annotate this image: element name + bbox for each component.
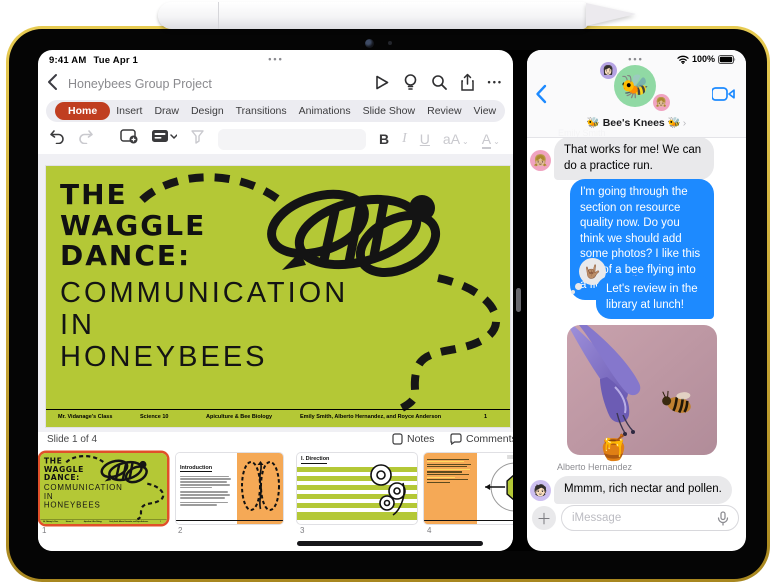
- tab-view[interactable]: View: [468, 103, 503, 119]
- thumbnail-2-title: Introduction: [180, 465, 213, 472]
- add-slide-icon[interactable]: [120, 129, 138, 149]
- search-icon[interactable]: [431, 74, 447, 91]
- received-message[interactable]: That works for me! We can do a practice …: [554, 137, 714, 181]
- format-toolbar: B I U aA ⌄ A ⌄: [38, 124, 513, 154]
- undo-icon[interactable]: [49, 129, 65, 149]
- thumbnail-number: 4: [427, 526, 432, 535]
- app-options-dots[interactable]: •••: [621, 54, 651, 64]
- group-name[interactable]: 🐝 Bee's Knees 🐝 ›: [527, 116, 746, 129]
- status-time: 9:41 AM: [49, 55, 87, 66]
- text-style-button[interactable]: aA ⌄: [443, 132, 469, 146]
- imessage-input[interactable]: [561, 505, 739, 531]
- tapback-dot: [575, 283, 582, 290]
- split-view-divider-handle[interactable]: [516, 288, 521, 312]
- waggle-diagram: [237, 453, 283, 524]
- back-chevron-icon[interactable]: [47, 73, 58, 96]
- slide-counter: Slide 1 of 4: [47, 434, 98, 445]
- slide-thumbnail-strip: THE WAGGLE DANCE: COMMUNICATION IN HONEY…: [38, 450, 513, 551]
- tab-home[interactable]: Home: [55, 102, 111, 120]
- messages-app-window: Emily Smith 👧🏼 That works for me! We can…: [527, 50, 746, 551]
- avatar[interactable]: 🧑🏻: [530, 480, 551, 501]
- home-indicator[interactable]: [297, 541, 483, 546]
- thumbnail-number: 3: [300, 526, 305, 535]
- tab-review[interactable]: Review: [421, 103, 467, 119]
- bold-button[interactable]: B: [379, 132, 389, 146]
- battery-percent: 100%: [691, 54, 715, 64]
- keynote-tab-bar: Home Insert Draw Design Transitions Anim…: [46, 100, 505, 122]
- slide-footer: Mr. Vidanage's Class Science 10 Apicultu…: [46, 409, 510, 427]
- apple-pencil-tip: [586, 3, 636, 26]
- document-title[interactable]: Honeybees Group Project: [68, 77, 212, 91]
- group-avatar[interactable]: 🐝: [614, 65, 656, 107]
- thumbnail-slide-1[interactable]: THE WAGGLE DANCE: COMMUNICATION IN HONEY…: [40, 453, 167, 524]
- keynote-app-window: 9:41 AM Tue Apr 1 ••• Honeybees Group Pro…: [38, 50, 513, 551]
- chevron-right-icon: ›: [682, 117, 687, 129]
- thumbnail-number: 2: [178, 526, 183, 535]
- camera-sensor-dot: [388, 41, 392, 45]
- font-field[interactable]: [218, 128, 366, 150]
- slide-canvas-area: THE WAGGLE DANCE: COMMUNICATION IN HONEY…: [38, 154, 513, 432]
- plus-button[interactable]: ＋: [532, 506, 556, 530]
- comments-button[interactable]: Comments: [450, 433, 513, 445]
- video-call-icon[interactable]: [711, 87, 735, 106]
- messages-header: ••• 100% 🐝 👩🏻 👧🏼 🐝 Bee's Knees 🐝 ›: [527, 50, 746, 138]
- member-avatar[interactable]: 👩🏻: [600, 62, 617, 79]
- slide-title[interactable]: THE WAGGLE DANCE:: [60, 179, 206, 272]
- apple-pencil: [158, 2, 588, 29]
- italic-button[interactable]: I: [402, 132, 407, 146]
- thumbnail-slide-2[interactable]: Introduction: [176, 453, 283, 524]
- battery-icon: [718, 54, 736, 64]
- notes-button[interactable]: Notes: [392, 433, 434, 445]
- tab-transitions[interactable]: Transitions: [230, 103, 293, 119]
- format-paint-icon[interactable]: [190, 129, 205, 149]
- honey-pot-sticker[interactable]: 🍯: [598, 434, 629, 463]
- tab-design[interactable]: Design: [185, 103, 230, 119]
- thumbnail-3-title: I. Direction: [301, 456, 330, 462]
- comment-icon: [450, 433, 462, 445]
- photo-message-bee-flower[interactable]: [567, 325, 717, 455]
- back-chevron-icon[interactable]: [535, 84, 547, 109]
- tab-animations[interactable]: Animations: [293, 103, 357, 119]
- pencil-seam: [218, 2, 219, 29]
- tab-draw[interactable]: Draw: [148, 103, 185, 119]
- status-bar-left: 9:41 AM Tue Apr 1: [49, 55, 145, 66]
- tab-slide-show[interactable]: Slide Show: [357, 103, 422, 119]
- received-message[interactable]: Mmmm, rich nectar and pollen.: [554, 476, 732, 504]
- page: 9:41 AM Tue Apr 1 ••• Honeybees Group Pro…: [0, 0, 777, 587]
- message-composer: ＋: [527, 505, 746, 537]
- more-icon[interactable]: •••: [488, 77, 503, 87]
- status-date: Tue Apr 1: [93, 55, 139, 66]
- share-icon[interactable]: [460, 73, 475, 91]
- redo-icon[interactable]: [78, 129, 94, 149]
- rehearse-lightbulb-icon[interactable]: [403, 73, 418, 91]
- app-options-dots[interactable]: •••: [256, 54, 296, 64]
- angle-diagram: [476, 453, 513, 524]
- sender-name: Alberto Hernandez: [557, 462, 633, 472]
- slide-editor[interactable]: THE WAGGLE DANCE: COMMUNICATION IN HONEY…: [46, 166, 510, 427]
- status-bar-right: 100%: [677, 54, 737, 64]
- member-avatar[interactable]: 👧🏼: [653, 94, 670, 111]
- flower-doodles: [370, 464, 406, 516]
- tab-insert[interactable]: Insert: [110, 103, 148, 119]
- front-camera: [365, 39, 374, 48]
- tapback-dot: [571, 290, 575, 294]
- slide-subtitle[interactable]: COMMUNICATION IN HONEYBEES: [60, 277, 348, 374]
- avatar[interactable]: 👧🏼: [530, 150, 551, 171]
- wifi-icon: [677, 55, 689, 64]
- play-button[interactable]: [374, 74, 390, 91]
- sent-message[interactable]: Let's review in the library at lunch!: [596, 276, 714, 320]
- thumbnail-slide-4[interactable]: [424, 453, 513, 524]
- thumbnail-slide-3[interactable]: I. Direction: [297, 453, 417, 524]
- text-color-button[interactable]: A ⌄: [481, 131, 500, 149]
- underline-button[interactable]: U: [420, 132, 430, 146]
- notes-icon: [392, 433, 403, 445]
- slide-layout-icon[interactable]: [151, 129, 178, 149]
- mic-icon[interactable]: [717, 511, 729, 531]
- thumbnail-number: 1: [42, 526, 47, 535]
